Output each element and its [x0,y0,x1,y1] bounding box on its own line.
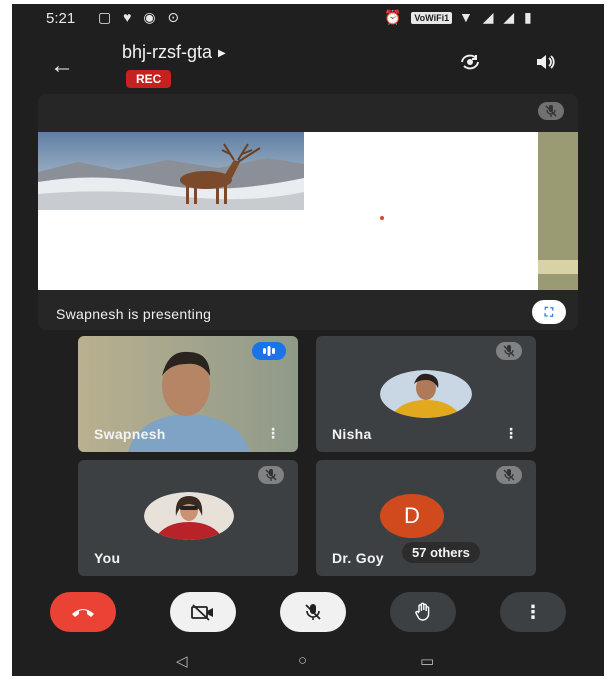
mic-off-icon [258,466,284,484]
mic-off-icon [496,466,522,484]
recording-badge: REC [126,70,172,88]
camera-off-icon [191,604,213,621]
participant-tile-swapnesh[interactable]: Swapnesh ⋮ [78,336,298,452]
mic-off-icon [496,342,522,360]
presentation-tile[interactable]: Swapnesh is presenting ⛶ [38,94,578,330]
fullscreen-button[interactable]: ⛶ [532,300,566,324]
status-time: 5:21 [46,10,76,27]
participant-name: Dr. Goy [332,550,384,566]
you-avatar [144,492,234,540]
system-icons: ⏰ VoWiFi1 ▼ ◢ ◢ ▮ [384,9,535,25]
participant-tile-nisha[interactable]: Nisha ⋮ [316,336,536,452]
meeting-code: bhj-rzsf-gta [122,42,213,62]
back-arrow-icon[interactable]: ← [50,52,74,80]
letter-avatar: D [380,494,444,538]
mic-off-icon [305,604,321,620]
nav-home-icon[interactable]: ○ [298,652,307,669]
participant-tile-others[interactable]: D Dr. Goy 57 others [316,460,536,576]
switch-camera-icon[interactable] [458,52,482,78]
caret-right-icon: ▶ [218,47,226,59]
more-options-icon[interactable]: ⋮ [504,425,518,442]
mic-toggle-button[interactable] [280,592,346,632]
camera-toggle-button[interactable] [170,592,236,632]
nav-recents-icon[interactable]: ▭ [420,652,434,670]
nav-back-icon[interactable]: ◁ [176,652,188,670]
pointer-dot [380,216,384,220]
phone-screen: 5:21 ▢ ♥ ◉ ⊙ ⏰ VoWiFi1 ▼ ◢ ◢ ▮ ← bhj-rzs… [12,4,604,676]
raise-hand-button[interactable] [390,592,456,632]
more-options-button[interactable]: ⋮ [500,592,566,632]
participant-tile-you[interactable]: You [78,460,298,576]
speaker-icon[interactable] [534,52,556,78]
others-count-pill[interactable]: 57 others [402,542,480,563]
nisha-avatar [380,370,472,418]
deer-photo [38,132,304,210]
presenting-caption: Swapnesh is presenting [56,306,212,322]
more-vert-icon: ⋮ [524,601,542,622]
end-call-button[interactable] [50,592,116,632]
participant-name: Nisha [332,426,372,442]
participant-name: You [94,550,121,566]
notification-icons: ▢ ♥ ◉ ⊙ [98,9,184,25]
speaking-indicator-icon [252,342,286,360]
wifi-calling-tag: VoWiFi1 [411,12,453,25]
hand-icon [415,602,430,621]
hang-up-icon [72,609,94,617]
presentation-mute-badge [538,102,564,120]
status-bar: 5:21 ▢ ♥ ◉ ⊙ ⏰ VoWiFi1 ▼ ◢ ◢ ▮ [12,4,604,32]
shared-screen [38,132,578,290]
fullscreen-icon: ⛶ [544,305,554,319]
meeting-title[interactable]: bhj-rzsf-gta ▶ [122,42,226,63]
slide-sidebar [538,132,578,290]
more-options-icon[interactable]: ⋮ [266,425,280,442]
participant-name: Swapnesh [94,426,166,442]
mic-off-icon [538,102,564,120]
